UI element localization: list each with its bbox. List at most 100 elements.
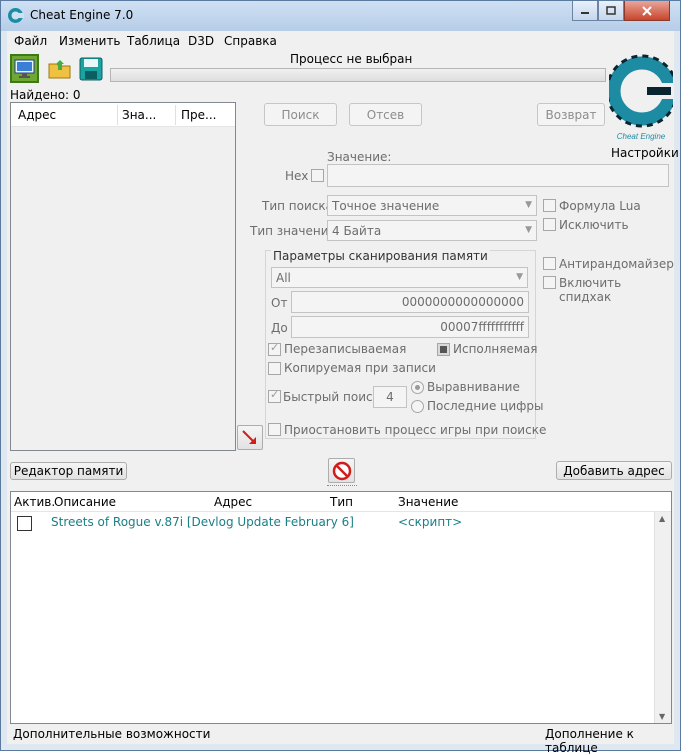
first-scan-button[interactable]: Поиск	[264, 103, 337, 126]
scan-results-list[interactable]: Адрес Зна... Пре...	[10, 102, 236, 451]
row-value[interactable]: <скрипт>	[398, 515, 462, 529]
executable-checkbox[interactable]	[437, 343, 450, 356]
results-col-previous[interactable]: Пре...	[181, 108, 216, 122]
scan-type-select[interactable]: Точное значение ▼	[327, 195, 537, 216]
fast-scan-label: Быстрый поиск	[283, 390, 380, 404]
logo-text: Cheat Engine	[617, 132, 666, 141]
maximize-button[interactable]	[598, 1, 624, 21]
window-title: Cheat Engine 7.0	[30, 8, 134, 22]
address-table[interactable]: Актив. Описание Адрес Тип Значение Stree…	[10, 491, 672, 724]
memory-view-button[interactable]: Редактор памяти	[10, 462, 127, 480]
executable-label: Исполняемая	[453, 342, 538, 356]
unrandomizer-checkbox[interactable]	[543, 257, 556, 270]
settings-link[interactable]: Настройки	[611, 146, 679, 160]
menu-help[interactable]: Справка	[224, 34, 277, 48]
row-active-checkbox[interactable]	[17, 516, 32, 531]
found-count: Найдено: 0	[10, 88, 81, 102]
value-type-select[interactable]: 4 Байта ▼	[327, 220, 537, 241]
address-table-scrollbar[interactable]: ▲ ▼	[654, 512, 671, 723]
table-col-value[interactable]: Значение	[398, 495, 458, 509]
next-scan-button[interactable]: Отсев	[349, 103, 422, 126]
cheat-engine-logo[interactable]: Cheat Engine	[609, 53, 673, 141]
save-disk-icon	[79, 57, 102, 80]
not-label: Исключить	[559, 218, 629, 232]
close-button[interactable]	[624, 1, 670, 21]
copy-on-write-label: Копируемая при записи	[284, 361, 436, 375]
chevron-down-icon: ▼	[516, 272, 523, 282]
chevron-down-icon: ▼	[525, 225, 532, 235]
memory-region-value: All	[276, 271, 291, 285]
value-label: Значение:	[327, 150, 392, 164]
start-address-input[interactable]: 0000000000000000	[291, 291, 529, 313]
undo-scan-button[interactable]: Возврат	[537, 103, 605, 126]
menu-table[interactable]: Таблица	[127, 34, 180, 48]
alignment-radio[interactable]	[411, 381, 424, 394]
table-row[interactable]: Streets of Rogue v.87i [Devlog Update Fe…	[11, 513, 654, 533]
minimize-icon	[581, 11, 589, 14]
stop-button[interactable]	[328, 458, 355, 483]
splitter-grip[interactable]	[327, 485, 357, 488]
cheat-engine-app-icon	[8, 8, 24, 23]
minimize-button[interactable]	[572, 1, 598, 21]
results-header: Адрес Зна... Пре...	[11, 103, 235, 127]
open-folder-icon	[48, 59, 70, 78]
title-bar[interactable]: Cheat Engine 7.0	[1, 1, 680, 31]
pause-game-checkbox[interactable]	[268, 423, 281, 436]
last-digits-label: Последние цифры	[427, 399, 544, 413]
scan-progress-bar	[110, 68, 606, 82]
pause-game-label: Приостановить процесс игры при поиске	[284, 423, 547, 437]
speedhack-label: Включить спидхак	[559, 276, 622, 304]
start-address-label: От	[271, 296, 288, 310]
menu-edit[interactable]: Изменить	[59, 34, 121, 48]
lua-formula-checkbox[interactable]	[543, 199, 556, 212]
results-col-address[interactable]: Адрес	[18, 108, 56, 122]
scroll-up-icon[interactable]: ▲	[659, 514, 665, 523]
menu-d3d[interactable]: D3D	[188, 34, 214, 48]
value-input[interactable]	[327, 164, 669, 187]
main-window: Cheat Engine 7.0 Файл Изменить Таблица D…	[0, 0, 681, 755]
stop-address-label: До	[271, 321, 288, 335]
lua-formula-label: Формула Lua	[559, 199, 641, 213]
alignment-label: Выравнивание	[427, 380, 520, 394]
memory-region-select[interactable]: All ▼	[271, 267, 528, 288]
value-type-label: Тип значения	[250, 224, 336, 238]
not-checkbox[interactable]	[543, 218, 556, 231]
unrandomizer-label: Антирандомайзер	[559, 257, 674, 271]
advanced-options-link[interactable]: Дополнительные возможности	[13, 727, 210, 741]
select-process-button[interactable]	[10, 54, 39, 83]
scan-type-label: Тип поиска	[262, 199, 333, 213]
writable-checkbox[interactable]	[268, 341, 281, 356]
table-col-type[interactable]: Тип	[330, 495, 353, 509]
client-area: Файл Изменить Таблица D3D Справка Процес…	[7, 31, 679, 755]
fast-scan-value-input[interactable]: 4	[373, 386, 407, 408]
speedhack-checkbox[interactable]	[543, 276, 556, 289]
close-icon	[642, 5, 652, 16]
hex-label: Hex	[285, 169, 309, 183]
fast-scan-checkbox[interactable]	[268, 388, 281, 403]
table-col-description[interactable]: Описание	[54, 495, 116, 509]
menu-bar: Файл Изменить Таблица D3D Справка	[7, 31, 674, 51]
chevron-down-icon: ▼	[525, 200, 532, 210]
scroll-down-icon[interactable]: ▼	[659, 712, 665, 721]
stop-icon	[332, 461, 351, 480]
copy-on-write-checkbox[interactable]	[268, 362, 281, 375]
save-file-button[interactable]	[76, 54, 105, 83]
add-address-button[interactable]: Добавить адрес	[556, 461, 672, 480]
last-digits-radio[interactable]	[411, 400, 424, 413]
table-col-address[interactable]: Адрес	[214, 495, 252, 509]
results-col-value[interactable]: Зна...	[122, 108, 156, 122]
open-file-button[interactable]	[45, 54, 74, 83]
red-arrow-down-right-icon	[242, 429, 256, 444]
status-bar: Дополнительные возможности Дополнение к …	[7, 724, 674, 755]
copy-to-table-button[interactable]	[237, 425, 263, 450]
computer-icon	[14, 59, 35, 78]
memory-scan-options-title: Параметры сканирования памяти	[271, 249, 490, 263]
process-label: Процесс не выбран	[290, 52, 413, 66]
menu-file[interactable]: Файл	[14, 34, 47, 48]
table-col-active[interactable]: Актив.	[14, 495, 55, 509]
stop-address-input[interactable]: 00007fffffffffff	[291, 316, 529, 338]
hex-checkbox[interactable]	[311, 169, 324, 182]
writable-label: Перезаписываемая	[284, 342, 407, 356]
row-description[interactable]: Streets of Rogue v.87i [Devlog Update Fe…	[51, 515, 354, 529]
value-type-value: 4 Байта	[332, 224, 382, 238]
